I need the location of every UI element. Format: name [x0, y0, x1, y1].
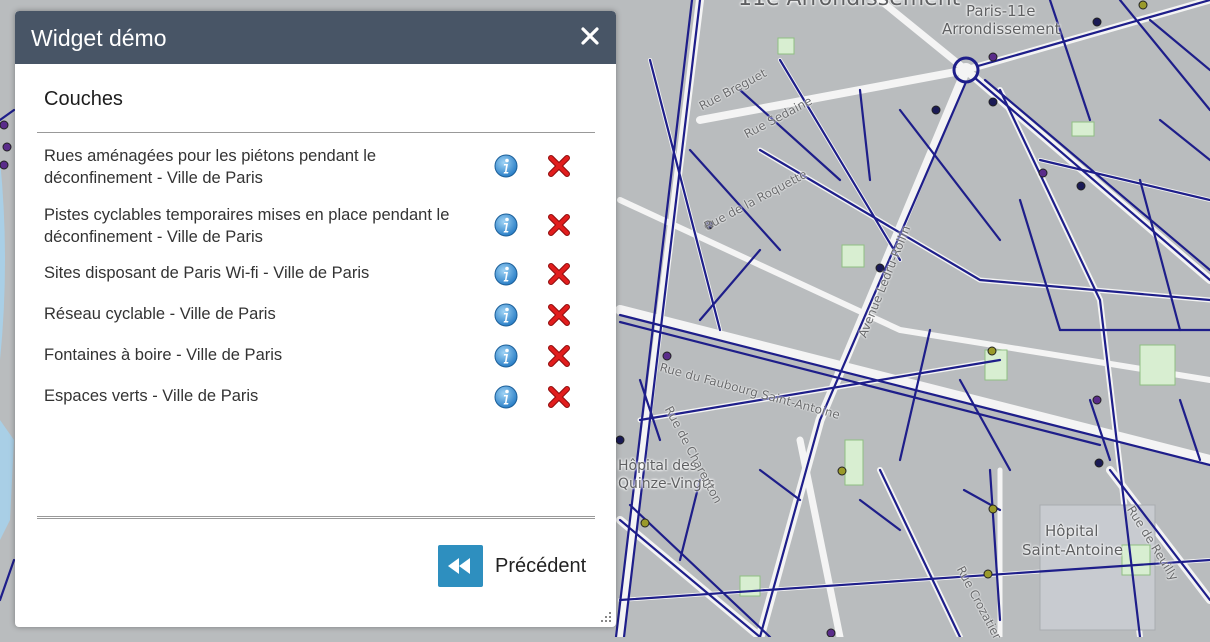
widget-title: Widget démo — [31, 25, 167, 51]
layer-name: Espaces verts - Ville de Paris — [44, 387, 259, 405]
layer-name: Fontaines à boire - Ville de Paris — [44, 346, 283, 364]
remove-icon[interactable] — [547, 303, 571, 327]
widget-header[interactable]: Widget démo — [15, 11, 616, 64]
info-icon[interactable] — [494, 154, 518, 178]
remove-icon[interactable] — [547, 154, 571, 178]
map-label-hopital-sa-1: Hôpital — [1045, 522, 1099, 540]
info-icon[interactable] — [494, 213, 518, 237]
map-label-arrondissement: Arrondissement — [942, 20, 1061, 38]
remove-icon[interactable] — [547, 262, 571, 286]
layer-name: Sites disposant de Paris Wi-fi - Ville d… — [44, 264, 370, 282]
divider-bottom — [37, 516, 595, 522]
widget-panel: Widget démo Couches Rues aménagées pour … — [15, 11, 616, 627]
divider-top — [37, 132, 595, 133]
remove-icon[interactable] — [547, 385, 571, 409]
map-label-hopital-sa-2: Saint-Antoine — [1022, 541, 1124, 559]
map-label-hopital-qv-1: Hôpital des — [618, 458, 698, 474]
previous-label: Précédent — [495, 555, 587, 577]
map-label-11e-arrondissement: 11e Arrondissement — [738, 0, 960, 11]
remove-icon[interactable] — [547, 213, 571, 237]
remove-icon[interactable] — [547, 344, 571, 368]
map-label-paris-11e: Paris-11e — [966, 2, 1036, 20]
info-icon[interactable] — [494, 385, 518, 409]
rewind-icon — [438, 545, 483, 587]
layer-name: Réseau cyclable - Ville de Paris — [44, 305, 276, 323]
close-button[interactable] — [578, 24, 602, 48]
previous-button[interactable]: Précédent — [438, 545, 598, 589]
info-icon[interactable] — [494, 262, 518, 286]
close-icon — [581, 27, 599, 45]
resize-grip-icon[interactable] — [600, 611, 612, 623]
section-title-couches: Couches — [44, 88, 123, 110]
info-icon[interactable] — [494, 344, 518, 368]
layer-name: Pistes cyclables temporaires mises en pl… — [44, 206, 450, 246]
layer-name: Rues aménagées pour les piétons pendant … — [44, 147, 377, 187]
info-icon[interactable] — [494, 303, 518, 327]
